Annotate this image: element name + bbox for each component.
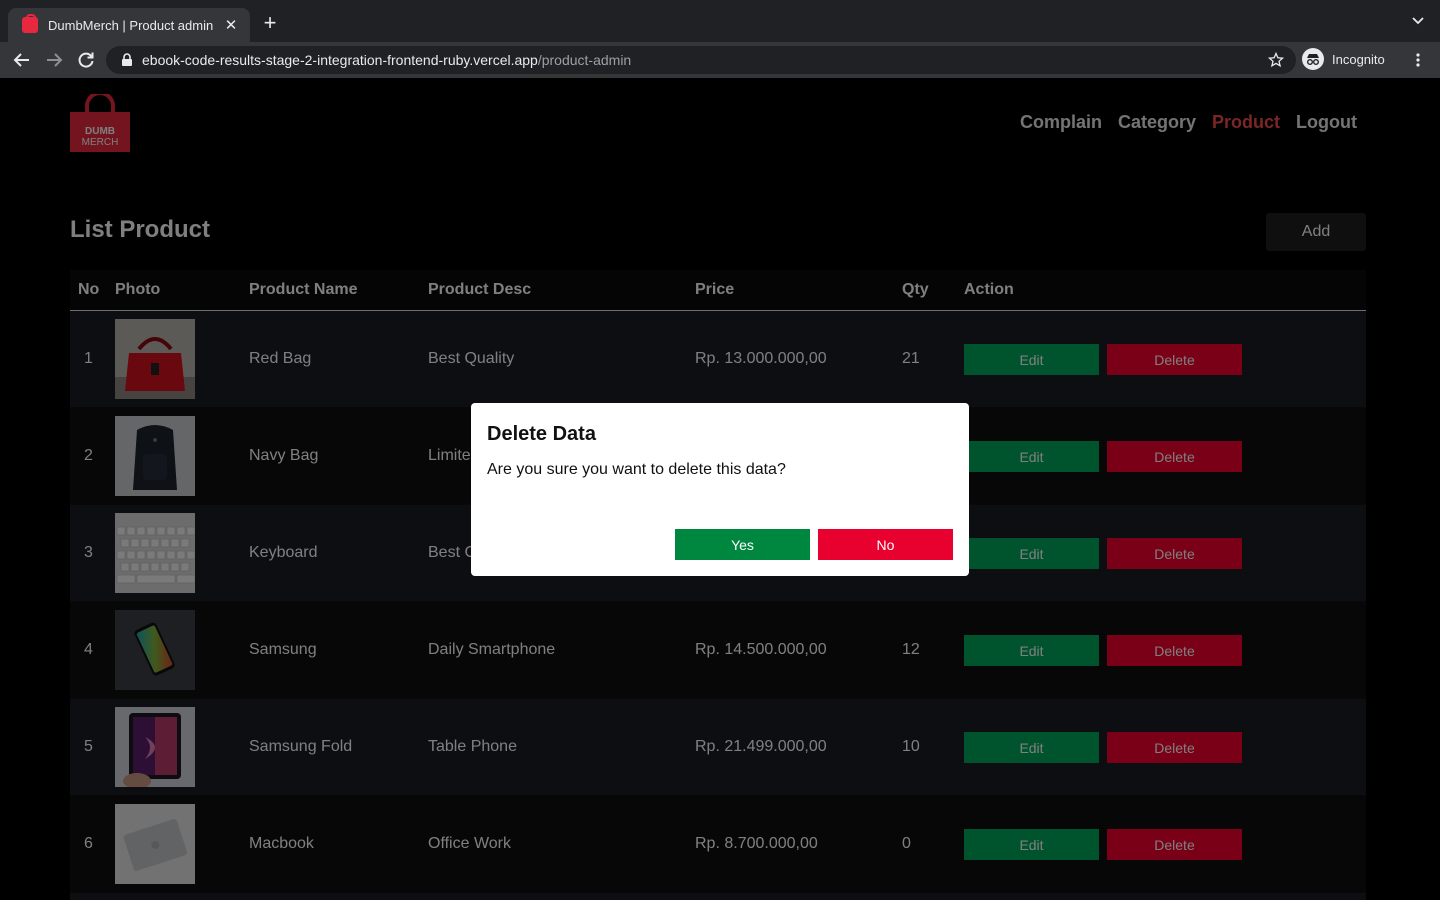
browser-toolbar: ebook-code-results-stage-2-integration-f… bbox=[0, 42, 1440, 78]
bookmark-star-icon[interactable] bbox=[1268, 52, 1284, 68]
url-host: ebook-code-results-stage-2-integration-f… bbox=[142, 52, 538, 68]
lock-icon bbox=[122, 53, 132, 66]
chevron-down-icon[interactable] bbox=[1410, 12, 1426, 28]
confirm-no-button[interactable]: No bbox=[818, 529, 953, 560]
close-tab-icon[interactable]: ✕ bbox=[222, 16, 240, 34]
more-menu-icon[interactable] bbox=[1410, 52, 1426, 68]
back-arrow-icon[interactable] bbox=[12, 50, 32, 70]
confirm-yes-button[interactable]: Yes bbox=[675, 529, 810, 560]
incognito-icon bbox=[1302, 48, 1324, 70]
url-text: ebook-code-results-stage-2-integration-f… bbox=[142, 52, 631, 68]
page: DUMB MERCH Complain Category Product Log… bbox=[0, 78, 1440, 900]
new-tab-icon[interactable]: + bbox=[258, 12, 282, 34]
url-path: /product-admin bbox=[537, 52, 632, 68]
delete-confirm-modal: Delete Data Are you sure you want to del… bbox=[471, 403, 969, 576]
browser-tab[interactable]: DumbMerch | Product admin ✕ bbox=[8, 8, 250, 42]
address-bar[interactable]: ebook-code-results-stage-2-integration-f… bbox=[106, 46, 1296, 74]
modal-title: Delete Data bbox=[487, 423, 596, 445]
modal-message: Are you sure you want to delete this dat… bbox=[487, 461, 786, 478]
incognito-profile[interactable]: Incognito bbox=[1302, 48, 1385, 70]
incognito-label: Incognito bbox=[1332, 51, 1385, 67]
browser-tabstrip: DumbMerch | Product admin ✕ + bbox=[0, 0, 1440, 42]
reload-icon[interactable] bbox=[76, 50, 96, 70]
bag-favicon-icon bbox=[22, 14, 38, 33]
tab-title: DumbMerch | Product admin bbox=[48, 17, 214, 33]
forward-arrow-icon[interactable] bbox=[44, 50, 64, 70]
